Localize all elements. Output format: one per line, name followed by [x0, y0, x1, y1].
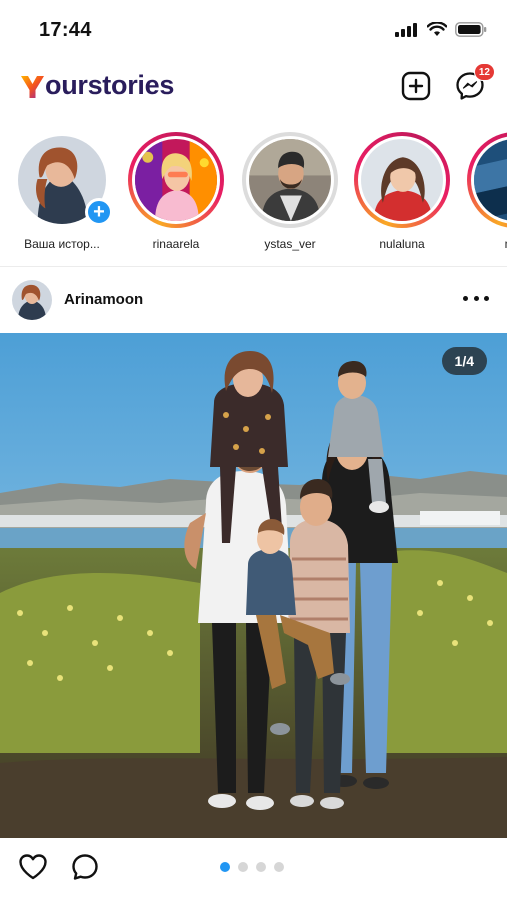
messages-badge: 12 [473, 63, 495, 81]
stories-divider [0, 266, 507, 267]
app-header: ourstories 12 [0, 62, 507, 112]
status-time: 17:44 [39, 19, 92, 41]
post-header: Arinamoon [0, 276, 507, 326]
more-dot [473, 295, 479, 301]
app-logo: ourstories [20, 70, 174, 101]
family-photo [0, 333, 507, 838]
add-story-button[interactable]: + [85, 198, 113, 226]
post-image[interactable]: 1/4 [0, 333, 507, 838]
story-partial[interactable]: mer [465, 132, 507, 251]
post-avatar[interactable] [12, 280, 52, 320]
pagination-dot[interactable] [238, 862, 248, 872]
stories-bar: + Ваша истор... rinaarela ystas_ver nula… [0, 132, 507, 262]
battery-icon [455, 22, 487, 37]
story-ring [242, 132, 338, 228]
more-dot [463, 295, 468, 301]
comment-icon [72, 854, 98, 880]
post-actions [0, 838, 507, 900]
story-ring [128, 132, 224, 228]
story-avatar [361, 139, 443, 221]
add-square-icon [401, 71, 431, 101]
heart-icon [19, 854, 47, 880]
story-nulaluna[interactable]: nulaluna [352, 132, 452, 251]
comment-button[interactable] [69, 851, 101, 883]
pagination-dot[interactable] [256, 862, 266, 872]
pagination-dot[interactable] [220, 862, 230, 872]
story-ring [467, 132, 507, 228]
logo-text: ourstories [45, 70, 175, 100]
like-button[interactable] [17, 851, 49, 883]
create-post-button[interactable] [399, 69, 433, 103]
cellular-signal-icon [395, 22, 417, 37]
story-label: rinaarela [152, 237, 200, 251]
story-avatar [474, 139, 507, 221]
story-ring [354, 132, 450, 228]
story-label: Ваша истор... [24, 237, 100, 251]
messages-button[interactable]: 12 [453, 63, 495, 103]
status-icons [395, 22, 487, 37]
logo-mark [21, 75, 44, 98]
story-ystas-ver[interactable]: ystas_ver [240, 132, 340, 251]
story-avatar [249, 139, 331, 221]
story-rinaarela[interactable]: rinaarela [126, 132, 226, 251]
more-dot [484, 295, 489, 301]
more-options-button[interactable] [463, 288, 489, 308]
story-avatar [135, 139, 217, 221]
carousel-pagination [220, 862, 284, 872]
status-bar: 17:44 [0, 0, 507, 60]
post-username[interactable]: Arinamoon [64, 291, 143, 308]
wifi-icon [427, 22, 447, 36]
story-label: ystas_ver [264, 237, 316, 251]
story-own[interactable]: + Ваша истор... [12, 132, 113, 251]
story-label: nulaluna [379, 237, 425, 251]
image-counter: 1/4 [441, 347, 487, 375]
pagination-dot[interactable] [274, 862, 284, 872]
